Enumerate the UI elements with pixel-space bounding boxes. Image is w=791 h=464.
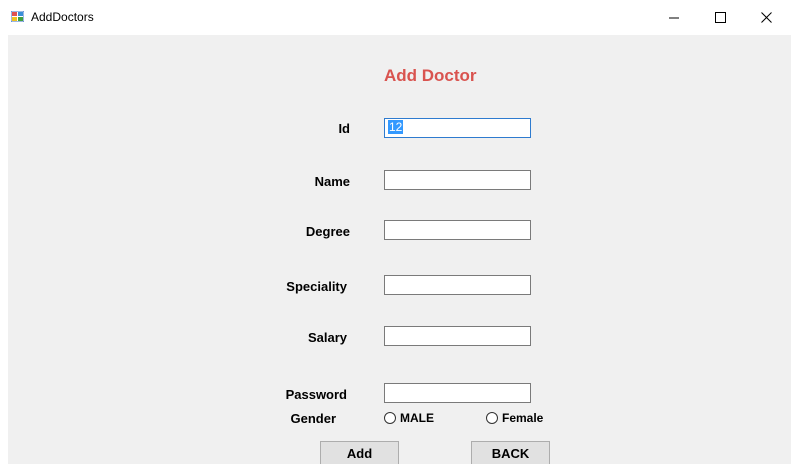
salary-label: Salary xyxy=(307,330,347,345)
gender-female-radio[interactable]: Female xyxy=(486,411,543,425)
gender-female-label: Female xyxy=(502,411,544,425)
gender-male-label: MALE xyxy=(400,411,434,425)
gender-label: Gender xyxy=(290,411,336,426)
degree-field[interactable] xyxy=(384,220,531,240)
id-field[interactable]: 12 xyxy=(384,118,531,138)
window-title: AddDoctors xyxy=(31,10,94,24)
salary-field[interactable] xyxy=(384,326,531,346)
close-icon xyxy=(760,12,772,23)
maximize-button[interactable] xyxy=(697,0,743,35)
speciality-field[interactable] xyxy=(384,275,531,295)
window-titlebar: AddDoctors xyxy=(0,0,791,35)
close-button[interactable] xyxy=(743,0,789,35)
add-button[interactable]: Add xyxy=(320,441,399,464)
id-label: Id xyxy=(338,121,350,136)
speciality-label: Speciality xyxy=(286,279,347,294)
back-button[interactable]: BACK xyxy=(471,441,550,464)
name-field[interactable] xyxy=(384,170,531,190)
radio-circle-icon xyxy=(384,412,396,424)
minimize-icon xyxy=(668,17,679,19)
id-value: 12 xyxy=(388,120,404,134)
minimize-button[interactable] xyxy=(651,0,697,35)
maximize-icon xyxy=(714,12,726,23)
gender-male-radio[interactable]: MALE xyxy=(384,411,434,425)
password-label: Password xyxy=(285,387,347,402)
form-title: Add Doctor xyxy=(384,66,477,85)
app-icon xyxy=(11,11,24,22)
password-field[interactable] xyxy=(384,383,531,403)
radio-circle-icon xyxy=(486,412,498,424)
degree-label: Degree xyxy=(305,224,350,239)
name-label: Name xyxy=(314,174,350,189)
